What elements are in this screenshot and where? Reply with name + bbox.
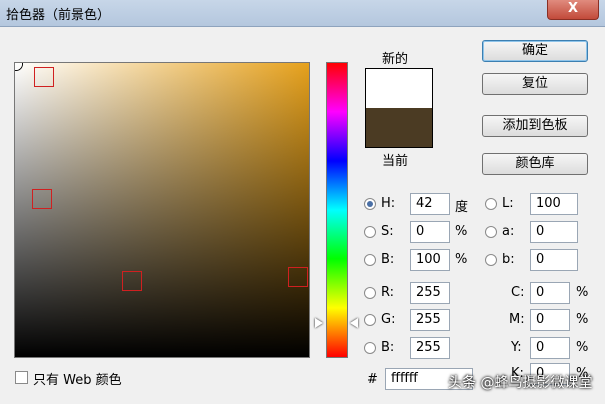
red-label: R:: [381, 285, 395, 300]
new-color-swatch: [366, 69, 432, 108]
cyan-unit: %: [576, 285, 589, 300]
blue-label: B:: [381, 340, 395, 355]
current-color-label: 当前: [382, 154, 409, 169]
lab-b-input[interactable]: 0: [530, 249, 578, 271]
green-input[interactable]: 255: [410, 309, 450, 331]
saturation-label: S:: [381, 224, 394, 239]
color-picker-dialog: 拾色器（前景色） X 新的 当前 确定 复位 添加到色板 颜色库 H: 42 度…: [0, 0, 605, 404]
yellow-unit: %: [576, 340, 589, 355]
radio-green[interactable]: [364, 314, 376, 326]
ok-button[interactable]: 确定: [482, 40, 588, 62]
hex-label: #: [367, 372, 378, 387]
radio-saturation[interactable]: [364, 226, 376, 238]
new-color-label: 新的: [382, 52, 409, 67]
radio-red[interactable]: [364, 287, 376, 299]
color-field[interactable]: [14, 62, 310, 358]
radio-lab-b[interactable]: [485, 254, 497, 266]
lab-b-label: b:: [502, 252, 515, 267]
dialog-title: 拾色器（前景色）: [6, 8, 111, 23]
brightness-unit: %: [455, 252, 468, 267]
web-colors-checkbox[interactable]: [15, 371, 28, 384]
red-input[interactable]: 255: [410, 282, 450, 304]
hue-slider-right-arrow[interactable]: [350, 318, 358, 328]
lab-l-label: L:: [502, 196, 514, 211]
reset-button[interactable]: 复位: [482, 73, 588, 95]
hue-slider-left-arrow[interactable]: [315, 318, 323, 328]
add-to-swatches-button[interactable]: 添加到色板: [482, 115, 588, 137]
brightness-label: B:: [381, 252, 395, 267]
color-libraries-button[interactable]: 颜色库: [482, 153, 588, 175]
radio-lab-l[interactable]: [485, 198, 497, 210]
radio-lab-a[interactable]: [485, 226, 497, 238]
hue-unit: 度: [455, 200, 469, 215]
hue-slider[interactable]: [326, 62, 348, 358]
cyan-input[interactable]: 0: [530, 282, 570, 304]
close-icon: X: [567, 1, 579, 16]
radio-blue[interactable]: [364, 342, 376, 354]
title-bar: 拾色器（前景色） X: [0, 0, 605, 27]
sample-marker: [122, 271, 142, 291]
yellow-input[interactable]: 0: [530, 337, 570, 359]
lab-l-input[interactable]: 100: [530, 193, 578, 215]
magenta-unit: %: [576, 312, 589, 327]
magenta-label: M:: [509, 312, 525, 327]
radio-brightness[interactable]: [364, 254, 376, 266]
cyan-label: C:: [511, 285, 525, 300]
saturation-input[interactable]: 0: [410, 221, 450, 243]
color-preview: [365, 68, 433, 148]
blue-input[interactable]: 255: [410, 337, 450, 359]
current-color-swatch[interactable]: [366, 108, 432, 147]
sample-marker: [32, 189, 52, 209]
hue-input[interactable]: 42: [410, 193, 450, 215]
lab-a-input[interactable]: 0: [530, 221, 578, 243]
sample-marker: [34, 67, 54, 87]
hue-label: H:: [381, 196, 396, 211]
sample-marker: [288, 267, 308, 287]
magenta-input[interactable]: 0: [530, 309, 570, 331]
green-label: G:: [381, 312, 396, 327]
saturation-unit: %: [455, 224, 468, 239]
close-button[interactable]: X: [547, 0, 599, 20]
lab-a-label: a:: [502, 224, 515, 239]
web-colors-label: 只有 Web 颜色: [33, 373, 122, 388]
brightness-input[interactable]: 100: [410, 249, 450, 271]
radio-hue[interactable]: [364, 198, 376, 210]
color-field-brightness: [15, 63, 309, 357]
watermark: 头条 @蜂鸟摄影微课堂: [448, 375, 593, 391]
yellow-label: Y:: [511, 340, 522, 355]
